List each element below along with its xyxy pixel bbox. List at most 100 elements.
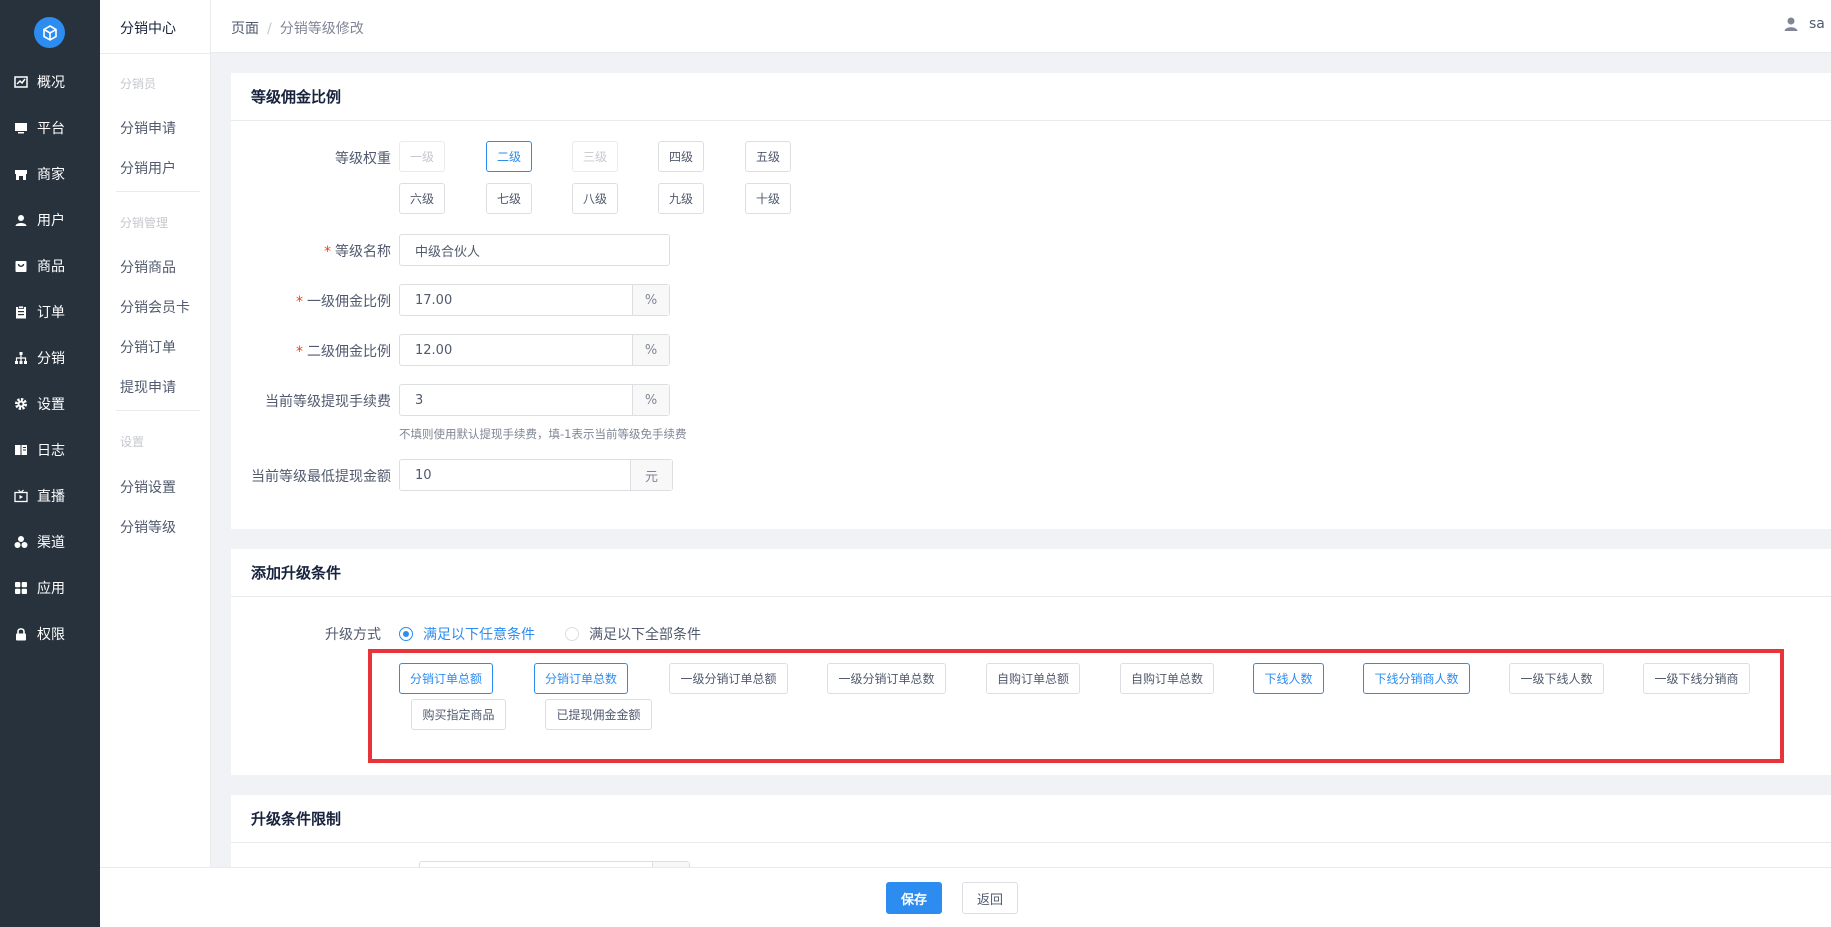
nav-label: 平台 [37, 121, 65, 137]
back-button[interactable]: 返回 [962, 882, 1018, 914]
breadcrumb-home[interactable]: 页面 [231, 21, 259, 37]
nav-permission[interactable]: 权限 [0, 614, 100, 654]
condition-downline-count[interactable]: 下线人数 [1253, 663, 1324, 694]
level-button-6[interactable]: 六级 [399, 183, 445, 214]
first-commission-input[interactable]: 17.00 % [399, 284, 670, 316]
nav-apps[interactable]: 应用 [0, 568, 100, 608]
submenu-item-settings[interactable]: 分销设置 [120, 477, 176, 497]
submenu-item-goods[interactable]: 分销商品 [120, 257, 176, 277]
level-button-4[interactable]: 四级 [658, 141, 704, 172]
condition-downline-distributor-count[interactable]: 下线分销商人数 [1363, 663, 1470, 694]
nav-settings[interactable]: 设置 [0, 384, 100, 424]
lock-icon [14, 627, 28, 641]
main-content: 等级佣金比例 等级权重 一级 二级 三级 四级 五级 六级 七级 八级 九级 十… [211, 53, 1831, 867]
submenu-title: 分销中心 [120, 21, 176, 37]
username: sa [1809, 16, 1825, 32]
condition-first-downline-count[interactable]: 一级下线人数 [1509, 663, 1604, 694]
bag-icon [14, 259, 28, 273]
nav-label: 分销 [37, 351, 65, 367]
condition-self-order-amount[interactable]: 自购订单总额 [986, 663, 1080, 694]
submenu-item-orders[interactable]: 分销订单 [120, 337, 176, 357]
level-button-5[interactable]: 五级 [745, 141, 791, 172]
breadcrumb-current: 分销等级修改 [279, 21, 364, 37]
condition-distribution-order-count[interactable]: 分销订单总数 [534, 663, 628, 694]
top-header: 页面 / 分销等级修改 sa [211, 0, 1831, 53]
level-button-1[interactable]: 一级 [399, 141, 445, 172]
nav-label: 商家 [37, 167, 65, 183]
submenu-group-distributor: 分销员 [120, 77, 157, 91]
nav-channel[interactable]: 渠道 [0, 522, 100, 562]
nav-label: 应用 [37, 581, 65, 597]
withdraw-fee-input[interactable]: 3 % [399, 384, 670, 416]
app-logo[interactable] [34, 17, 65, 48]
submenu-item-users[interactable]: 分销用户 [120, 158, 176, 178]
hierarchy-icon [14, 351, 28, 365]
condition-first-order-count[interactable]: 一级分销订单总数 [827, 663, 946, 694]
chart-icon [14, 75, 28, 89]
radio-dot [565, 627, 579, 641]
user-menu[interactable]: sa [1783, 16, 1831, 32]
upgrade-limit-card: 升级条件限制 [231, 795, 1831, 867]
second-commission-input[interactable]: 12.00 % [399, 334, 670, 366]
submenu-group-management: 分销管理 [120, 216, 169, 230]
upgrade-mode-any-radio[interactable]: 满足以下任意条件 [399, 624, 535, 644]
condition-first-downline-distributor[interactable]: 一级下线分销商 [1643, 663, 1750, 694]
level-button-3[interactable]: 三级 [572, 141, 618, 172]
breadcrumb: 页面 / 分销等级修改 [231, 18, 364, 38]
submenu-item-withdraw[interactable]: 提现申请 [120, 377, 176, 397]
level-name-value: 中级合伙人 [415, 244, 481, 260]
required-mark: * [296, 294, 303, 310]
nav-label: 设置 [37, 397, 65, 413]
first-commission-label: * 一级佣金比例 [231, 291, 391, 311]
commission-card-title: 等级佣金比例 [231, 73, 1831, 121]
min-withdraw-input[interactable]: 10 元 [399, 459, 673, 491]
save-button[interactable]: 保存 [886, 882, 942, 914]
second-commission-label-text: 二级佣金比例 [307, 344, 391, 360]
condition-distribution-order-amount[interactable]: 分销订单总额 [399, 663, 493, 694]
cluster-icon [14, 535, 28, 549]
weight-label: 等级权重 [335, 151, 391, 167]
upgrade-mode-all-radio[interactable]: 满足以下全部条件 [565, 624, 701, 644]
nav-live[interactable]: 直播 [0, 476, 100, 516]
submenu-item-apply[interactable]: 分销申请 [120, 118, 176, 138]
main-sidebar: 概况 平台 商家 用户 商品 订单 分销 设置 日志 直播 渠道 应用 权限 [0, 0, 100, 927]
nav-distribution[interactable]: 分销 [0, 338, 100, 378]
percent-suffix: % [632, 385, 669, 415]
submenu-item-levels[interactable]: 分销等级 [120, 517, 176, 537]
nav-goods[interactable]: 商品 [0, 246, 100, 286]
submenu-divider [116, 410, 200, 411]
second-commission-value: 12.00 [415, 342, 453, 358]
submenu-header-divider [100, 53, 211, 54]
condition-first-order-amount[interactable]: 一级分销订单总额 [669, 663, 788, 694]
condition-buy-specified-goods[interactable]: 购买指定商品 [411, 699, 506, 730]
level-button-10[interactable]: 十级 [745, 183, 791, 214]
level-button-7[interactable]: 七级 [486, 183, 532, 214]
upgrade-mode-all-label: 满足以下全部条件 [589, 627, 701, 643]
level-button-2[interactable]: 二级 [486, 141, 532, 172]
grid-icon [14, 581, 28, 595]
nav-overview[interactable]: 概况 [0, 62, 100, 102]
nav-log[interactable]: 日志 [0, 430, 100, 470]
level-name-input[interactable]: 中级合伙人 [399, 234, 670, 266]
submenu-group-settings: 设置 [120, 435, 145, 449]
condition-withdrawn-commission[interactable]: 已提现佣金金额 [545, 699, 652, 730]
submenu-divider [116, 191, 200, 192]
gear-icon [14, 397, 28, 411]
condition-self-order-count[interactable]: 自购订单总数 [1120, 663, 1214, 694]
level-button-8[interactable]: 八级 [572, 183, 618, 214]
nav-order[interactable]: 订单 [0, 292, 100, 332]
first-commission-label-text: 一级佣金比例 [307, 294, 391, 310]
cube-logo-icon [42, 24, 57, 41]
min-withdraw-label: 当前等级最低提现金额 [251, 469, 391, 485]
level-name-label-text: 等级名称 [335, 244, 391, 260]
withdraw-fee-hint: 不填则使用默认提现手续费，填-1表示当前等级免手续费 [399, 427, 687, 441]
nav-merchant[interactable]: 商家 [0, 154, 100, 194]
level-button-9[interactable]: 九级 [658, 183, 704, 214]
nav-label: 订单 [37, 305, 65, 321]
submenu-item-member-card[interactable]: 分销会员卡 [120, 297, 190, 317]
nav-label: 权限 [37, 627, 65, 643]
nav-user[interactable]: 用户 [0, 200, 100, 240]
nav-platform[interactable]: 平台 [0, 108, 100, 148]
footer-actions: 保存 返回 [100, 867, 1831, 927]
required-mark: * [324, 244, 331, 260]
